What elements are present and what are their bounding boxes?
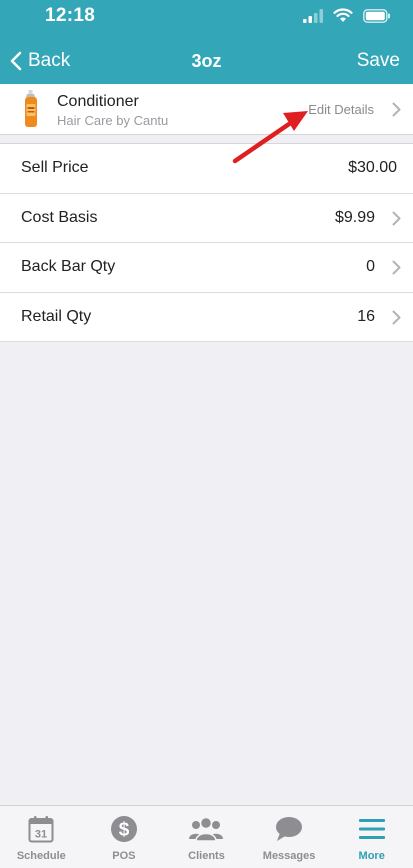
tab-clients[interactable]: Clients <box>165 806 248 868</box>
tab-label: Messages <box>262 850 316 862</box>
tab-label: Schedule <box>16 850 66 862</box>
row-retail-qty[interactable]: Retail Qty 16 <box>0 293 413 342</box>
product-header[interactable]: Conditioner Hair Care by Cantu Edit Deta… <box>0 84 413 135</box>
tab-label: More <box>358 850 385 862</box>
chevron-right-icon <box>392 102 401 117</box>
shampoo-bottle-icon <box>25 90 37 127</box>
signal-icon <box>303 8 323 23</box>
product-brand: Hair Care by Cantu <box>57 113 169 128</box>
chat-bubble-icon <box>276 817 303 841</box>
svg-text:$: $ <box>119 820 130 841</box>
dollar-icon: $ <box>110 816 137 842</box>
save-button[interactable]: Save <box>357 50 400 72</box>
tab-label: POS <box>112 850 136 862</box>
tab-messages[interactable]: Messages <box>248 806 331 868</box>
row-back-bar-qty[interactable]: Back Bar Qty 0 <box>0 243 413 293</box>
detail-rows: Sell Price $30.00 Cost Basis $9.99 Back … <box>0 143 413 342</box>
back-button[interactable]: Back <box>10 50 70 72</box>
row-label: Back Bar Qty <box>21 258 116 275</box>
clients-icon <box>189 816 224 842</box>
row-label: Sell Price <box>21 159 89 176</box>
tab-more[interactable]: More <box>330 806 413 868</box>
row-value: $9.99 <box>334 208 375 226</box>
chevron-left-icon <box>10 51 22 71</box>
status-icons <box>303 8 391 23</box>
row-value: $30.00 <box>348 159 397 176</box>
calendar-icon: 31 <box>28 816 54 843</box>
edit-details-link[interactable]: Edit Details <box>308 102 374 117</box>
chevron-right-icon <box>392 211 401 225</box>
status-time: 12:18 <box>45 5 96 26</box>
nav-bar: Back 3oz Save <box>0 34 413 90</box>
status-bar: 12:18 <box>0 0 413 34</box>
chevron-right-icon <box>392 260 401 275</box>
battery-icon <box>363 8 390 23</box>
tab-label: Clients <box>188 850 225 862</box>
chevron-right-icon <box>392 310 401 324</box>
product-name: Conditioner <box>57 93 139 110</box>
row-cost-basis[interactable]: Cost Basis $9.99 <box>0 194 413 243</box>
wifi-icon <box>333 8 353 22</box>
tab-schedule[interactable]: 31 Schedule <box>0 806 83 868</box>
row-value: 0 <box>366 258 375 275</box>
tab-pos[interactable]: $ POS <box>83 806 166 868</box>
row-sell-price[interactable]: Sell Price $30.00 <box>0 144 413 194</box>
menu-icon <box>358 819 385 839</box>
tab-bar: 31 Schedule $ POS Clients Messages More <box>0 805 413 868</box>
row-label: Cost Basis <box>21 208 98 226</box>
calendar-badge: 31 <box>35 829 47 841</box>
row-value: 16 <box>357 307 375 325</box>
back-label: Back <box>28 50 71 71</box>
row-label: Retail Qty <box>21 307 92 325</box>
